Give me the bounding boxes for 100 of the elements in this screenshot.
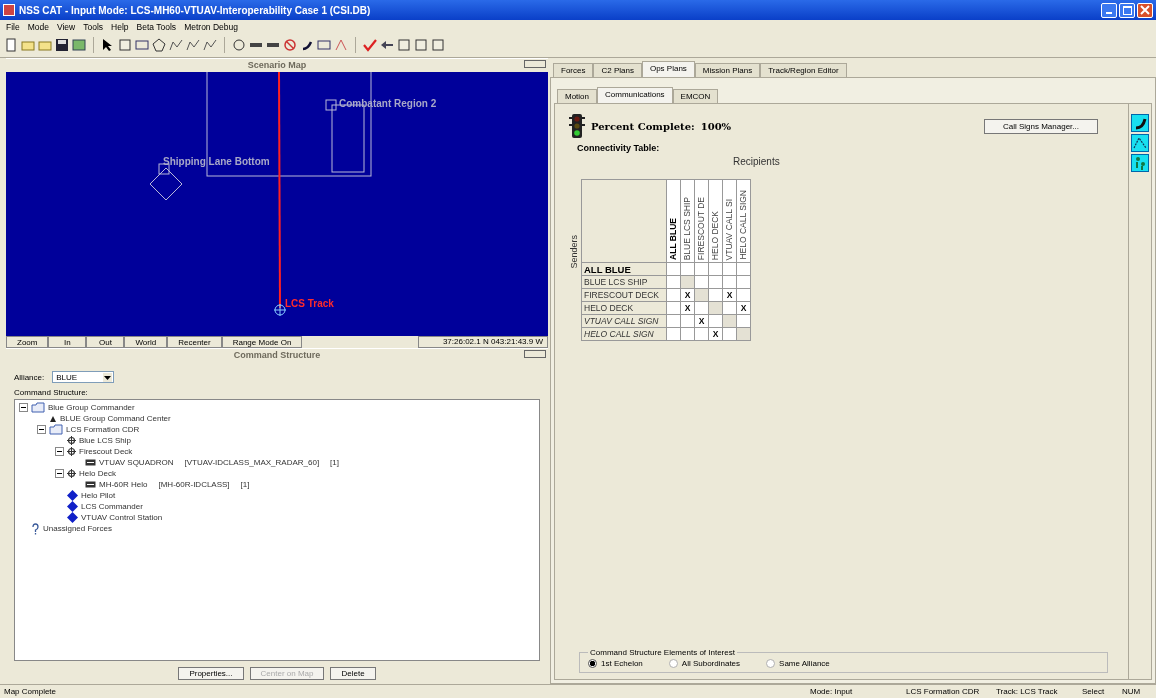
- panel-title: Scenario Map: [247, 59, 307, 70]
- menu-item[interactable]: Beta Tools: [132, 21, 181, 32]
- folder-icon: [49, 424, 63, 435]
- tab[interactable]: Ops Plans: [641, 61, 695, 77]
- table-cell[interactable]: [722, 262, 737, 276]
- tool-icon[interactable]: [380, 38, 394, 52]
- tab[interactable]: Forces: [553, 63, 594, 77]
- table-cell[interactable]: X: [680, 288, 695, 302]
- map-button[interactable]: World: [124, 336, 168, 348]
- table-cell[interactable]: [708, 288, 723, 302]
- table-cell[interactable]: [694, 262, 709, 276]
- minimize-button[interactable]: [1101, 2, 1117, 18]
- status-text: NUM: [1122, 687, 1142, 696]
- panel-controls-icon[interactable]: [524, 60, 546, 68]
- tree-item[interactable]: VTUAV Control Station: [81, 513, 163, 522]
- tab[interactable]: C2 Plans: [593, 63, 642, 77]
- tree-item[interactable]: Blue Group Commander: [48, 403, 135, 412]
- table-cell[interactable]: [736, 314, 751, 328]
- tree-item[interactable]: Helo Pilot: [81, 491, 116, 500]
- tree-item[interactable]: VTUAV SQUADRON: [99, 458, 174, 467]
- map-button[interactable]: Zoom: [6, 336, 49, 348]
- action-button[interactable]: Delete: [330, 667, 376, 680]
- coordinates-readout: 37:26:02.1 N 043:21:43.9 W: [418, 336, 548, 348]
- tree-item[interactable]: Blue LCS Ship: [79, 436, 132, 445]
- table-cell[interactable]: [722, 314, 737, 328]
- table-cell[interactable]: [708, 314, 723, 328]
- action-button[interactable]: Properties...: [178, 667, 244, 680]
- tree-item[interactable]: Firescout Deck: [79, 447, 133, 456]
- close-button[interactable]: [1137, 2, 1153, 18]
- table-cell[interactable]: [666, 288, 681, 302]
- call-signs-manager-button[interactable]: Call Signs Manager...: [983, 118, 1098, 134]
- panel-controls-icon[interactable]: [524, 350, 546, 358]
- map-button[interactable]: Recenter: [167, 336, 222, 348]
- column-header: FIRESCOUT DE: [695, 196, 707, 260]
- expander-icon[interactable]: [37, 425, 46, 434]
- map-button[interactable]: Range Mode On: [221, 336, 303, 348]
- map-canvas[interactable]: Combatant Region 2 Shipping Lane Bottom LCS Track: [6, 72, 548, 336]
- gear-icon: [67, 436, 76, 445]
- tree-item-detail: [1]: [240, 480, 250, 489]
- tree-item[interactable]: LCS Formation CDR: [66, 425, 140, 434]
- table-cell[interactable]: [736, 288, 751, 302]
- expander-icon[interactable]: [19, 403, 28, 412]
- tab[interactable]: Motion: [557, 89, 597, 103]
- table-cell[interactable]: [666, 262, 681, 276]
- tab[interactable]: Track/Region Editor: [760, 63, 847, 77]
- people-icon[interactable]: [1131, 154, 1149, 172]
- tree-item[interactable]: BLUE Group Command Center: [60, 414, 171, 423]
- menu-item[interactable]: Help: [107, 21, 133, 32]
- table-cell[interactable]: [680, 262, 695, 276]
- diamond-icon: [67, 512, 78, 523]
- tab[interactable]: Mission Plans: [694, 63, 761, 77]
- column-header: HELO DECK: [709, 210, 721, 260]
- radio-button[interactable]: [766, 659, 776, 668]
- check-icon[interactable]: [363, 38, 377, 52]
- tree-item[interactable]: Helo Deck: [79, 469, 116, 478]
- expander-icon[interactable]: [55, 469, 64, 478]
- diamond-icon: [67, 490, 78, 501]
- map-label: LCS Track: [285, 298, 334, 309]
- radio-option[interactable]: 1st Echelon: [588, 659, 643, 668]
- table-cell[interactable]: [694, 288, 709, 302]
- alliance-dropdown[interactable]: BLUE: [52, 371, 115, 383]
- table-cell[interactable]: [680, 314, 695, 328]
- radio-option[interactable]: Same Alliance: [766, 659, 830, 668]
- phone-icon[interactable]: [1131, 114, 1149, 132]
- menu-item[interactable]: Tools: [79, 21, 108, 32]
- window-title: NSS CAT - Input Mode: LCS-MH60-VTUAV-Interoperability Case 1 (CSI.DB): [19, 4, 371, 16]
- save-icon[interactable]: [55, 38, 69, 52]
- table-cell[interactable]: [736, 262, 751, 276]
- radio-button[interactable]: [668, 659, 678, 668]
- map-button[interactable]: Out: [86, 336, 125, 348]
- column-header: HELO CALL SIGN: [737, 190, 749, 260]
- radio-option[interactable]: All Subordinates: [668, 659, 741, 668]
- maximize-button[interactable]: [1119, 2, 1135, 18]
- radio-button[interactable]: [588, 659, 597, 668]
- track-marker-icon: [273, 303, 287, 317]
- table-cell[interactable]: X: [694, 314, 709, 328]
- menu-item[interactable]: File: [2, 21, 24, 32]
- menu-item[interactable]: View: [52, 21, 80, 32]
- table-cell[interactable]: X: [722, 288, 737, 302]
- map-label: Shipping Lane Bottom: [163, 156, 270, 167]
- column-header: VTUAV CALL SI: [723, 198, 735, 260]
- tree-item[interactable]: MH-60R Helo: [99, 480, 148, 489]
- table-cell[interactable]: [708, 262, 723, 276]
- menu-item[interactable]: Mode: [23, 21, 53, 32]
- tool-icon[interactable]: [152, 38, 166, 52]
- percent-complete-label: Percent Complete:: [591, 120, 695, 132]
- expander-icon[interactable]: [55, 447, 64, 456]
- recipients-label: Recipients: [733, 156, 781, 167]
- dropdown-arrow-icon[interactable]: [103, 373, 113, 382]
- menu-item[interactable]: Metron Debug: [180, 21, 242, 32]
- tree-label: Command Structure:: [14, 388, 89, 397]
- tree-item[interactable]: LCS Commander: [81, 502, 143, 511]
- table-cell[interactable]: [666, 314, 681, 328]
- map-button[interactable]: In: [48, 336, 87, 348]
- tab[interactable]: Communications: [597, 87, 673, 103]
- diamond-icon: [67, 501, 78, 512]
- status-text: Select: [1082, 687, 1106, 696]
- tab[interactable]: EMCON: [672, 89, 719, 103]
- tree-item[interactable]: Unassigned Forces: [43, 524, 112, 533]
- line-chart-icon[interactable]: [1131, 134, 1149, 152]
